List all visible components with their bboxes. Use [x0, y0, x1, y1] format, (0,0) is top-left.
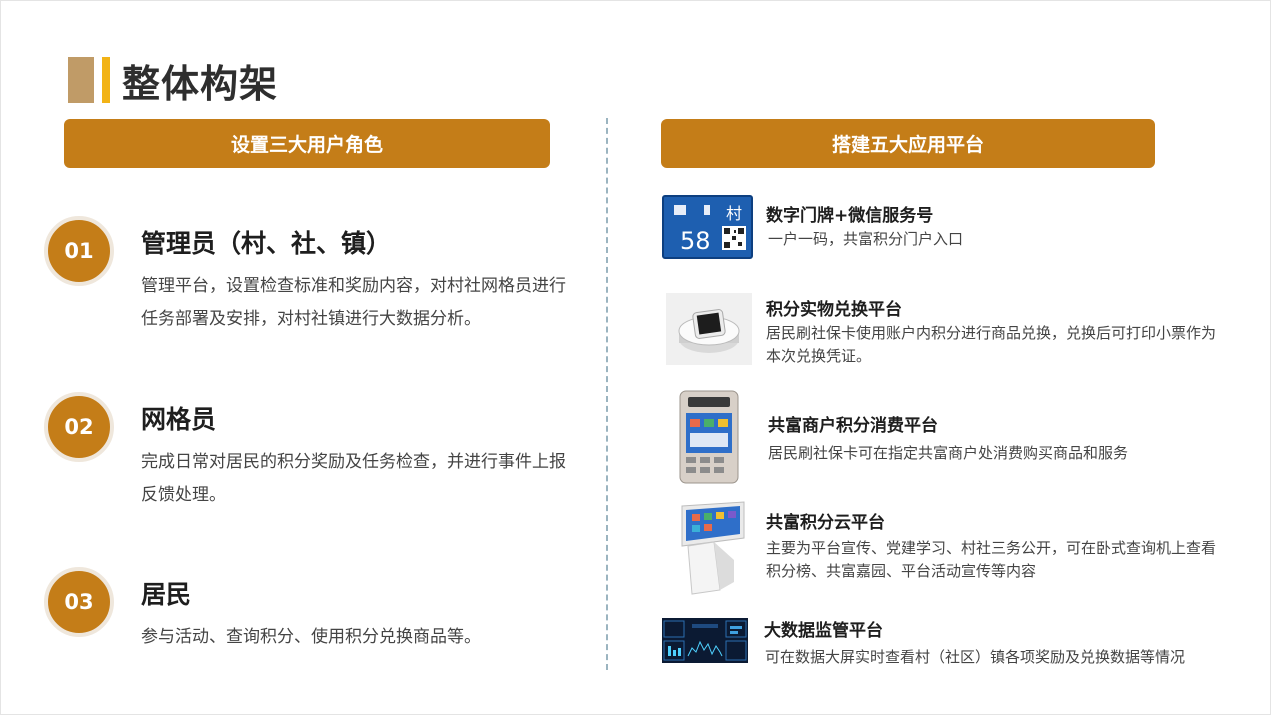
- pos-terminal-image: [678, 389, 740, 485]
- role-item-admin: 01 管理员（村、社、镇） 管理平台，设置检查标准和奖励内容，对村社网格员进行任…: [44, 216, 584, 336]
- role-number-badge: 02: [44, 392, 114, 462]
- app-title: 积分实物兑换平台: [766, 300, 902, 320]
- app-title: 共富商户积分消费平台: [768, 416, 938, 436]
- role-number-badge: 03: [44, 567, 114, 637]
- header: 整体构架: [68, 56, 278, 106]
- app-description: 居民刷社保卡使用账户内积分进行商品兑换，兑换后可打印小票作为本次兑换凭证。: [766, 324, 1217, 365]
- app-item-door-plate: 58 村 数字门牌+微信服务号 一户一码，共富积分门户入口: [662, 195, 1222, 261]
- app-title: 共富积分云平台: [766, 513, 885, 533]
- role-description: 完成日常对居民的积分奖励及任务检查，并进行事件上报反馈处理。: [141, 452, 566, 505]
- role-item-resident: 03 居民 参与活动、查询积分、使用积分兑换商品等。: [44, 567, 584, 657]
- role-title: 居民: [141, 580, 192, 609]
- app-item-cloud: 共富积分云平台 主要为平台宣传、党建学习、村社三务公开，可在卧式查询机上查看积分…: [662, 500, 1222, 600]
- roles-banner: 设置三大用户角色: [64, 119, 550, 168]
- role-title: 管理员（村、社、镇）: [141, 229, 392, 258]
- role-description: 管理平台，设置检查标准和奖励内容，对村社网格员进行任务部署及安排，对村社镇进行大…: [141, 276, 566, 329]
- app-item-merchant: 共富商户积分消费平台 居民刷社保卡可在指定共富商户处消费购买商品和服务: [662, 389, 1222, 487]
- title-bar-decoration: [68, 57, 94, 103]
- kiosk-image: [674, 500, 748, 598]
- app-description: 居民刷社保卡可在指定共富商户处消费购买商品和服务: [768, 444, 1129, 462]
- role-description: 参与活动、查询积分、使用积分兑换商品等。: [141, 627, 481, 647]
- plate-number: 58: [680, 227, 711, 255]
- app-item-bigdata: 大数据监管平台 可在数据大屏实时查看村（社区）镇各项奖励及兑换数据等情况: [662, 615, 1222, 667]
- platforms-banner: 搭建五大应用平台: [661, 119, 1155, 168]
- dashboard-screen-image: [662, 618, 748, 663]
- role-title: 网格员: [141, 405, 217, 434]
- redemption-machine-image: [666, 293, 752, 365]
- app-item-redemption: 积分实物兑换平台 居民刷社保卡使用账户内积分进行商品兑换，兑换后可打印小票作为本…: [662, 291, 1222, 371]
- app-description: 可在数据大屏实时查看村（社区）镇各项奖励及兑换数据等情况: [765, 648, 1186, 666]
- app-description: 一户一码，共富积分门户入口: [768, 230, 964, 248]
- role-number-badge: 01: [44, 216, 114, 286]
- door-plate-graphic: 58 村: [674, 204, 746, 255]
- app-title: 数字门牌+微信服务号: [766, 206, 934, 226]
- column-divider: [606, 118, 608, 670]
- door-plate-image: 58 村: [662, 195, 753, 259]
- app-title: 大数据监管平台: [764, 621, 883, 641]
- title-bar-accent: [102, 57, 110, 103]
- page-title: 整体构架: [122, 61, 279, 106]
- app-description: 主要为平台宣传、党建学习、村社三务公开，可在卧式查询机上查看积分榜、共富嘉园、平…: [766, 539, 1217, 580]
- plate-text: 村: [726, 204, 742, 223]
- role-item-grid-worker: 02 网格员 完成日常对居民的积分奖励及任务检查，并进行事件上报反馈处理。: [44, 392, 584, 512]
